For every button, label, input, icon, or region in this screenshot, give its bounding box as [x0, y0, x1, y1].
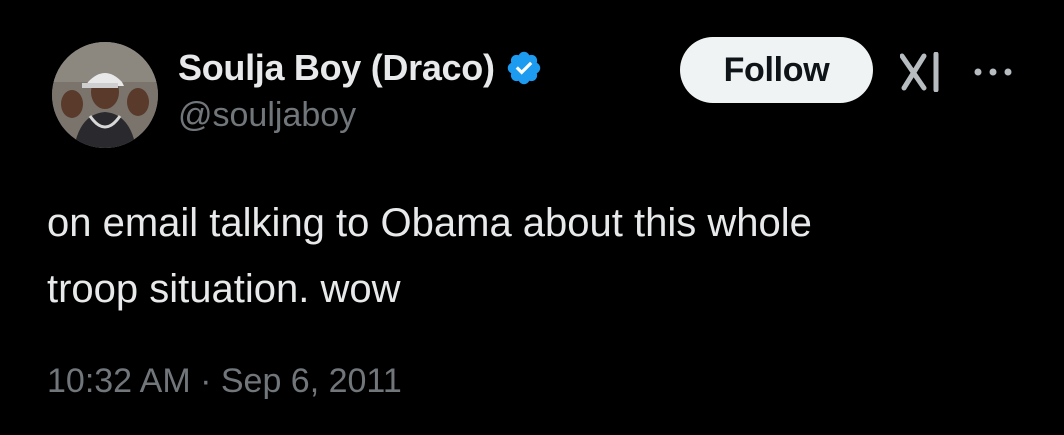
follow-button[interactable]: Follow — [680, 37, 873, 103]
name-row: Soulja Boy (Draco) — [178, 44, 543, 92]
grok-icon[interactable] — [899, 51, 944, 93]
author-header: Soulja Boy (Draco) @souljaboy — [178, 44, 543, 135]
more-options-icon[interactable] — [970, 62, 1018, 82]
display-name[interactable]: Soulja Boy (Draco) — [178, 47, 495, 89]
handle[interactable]: @souljaboy — [178, 96, 543, 135]
tweet-text: on email talking to Obama about this who… — [47, 201, 812, 311]
verified-badge-icon — [505, 49, 543, 87]
tweet-timestamp[interactable]: 10:32 AM · Sep 6, 2011 — [47, 362, 402, 401]
avatar[interactable] — [52, 42, 158, 148]
avatar-photo-icon — [52, 42, 158, 148]
tweet-card: Soulja Boy (Draco) @souljaboy Follow on … — [0, 0, 1064, 435]
